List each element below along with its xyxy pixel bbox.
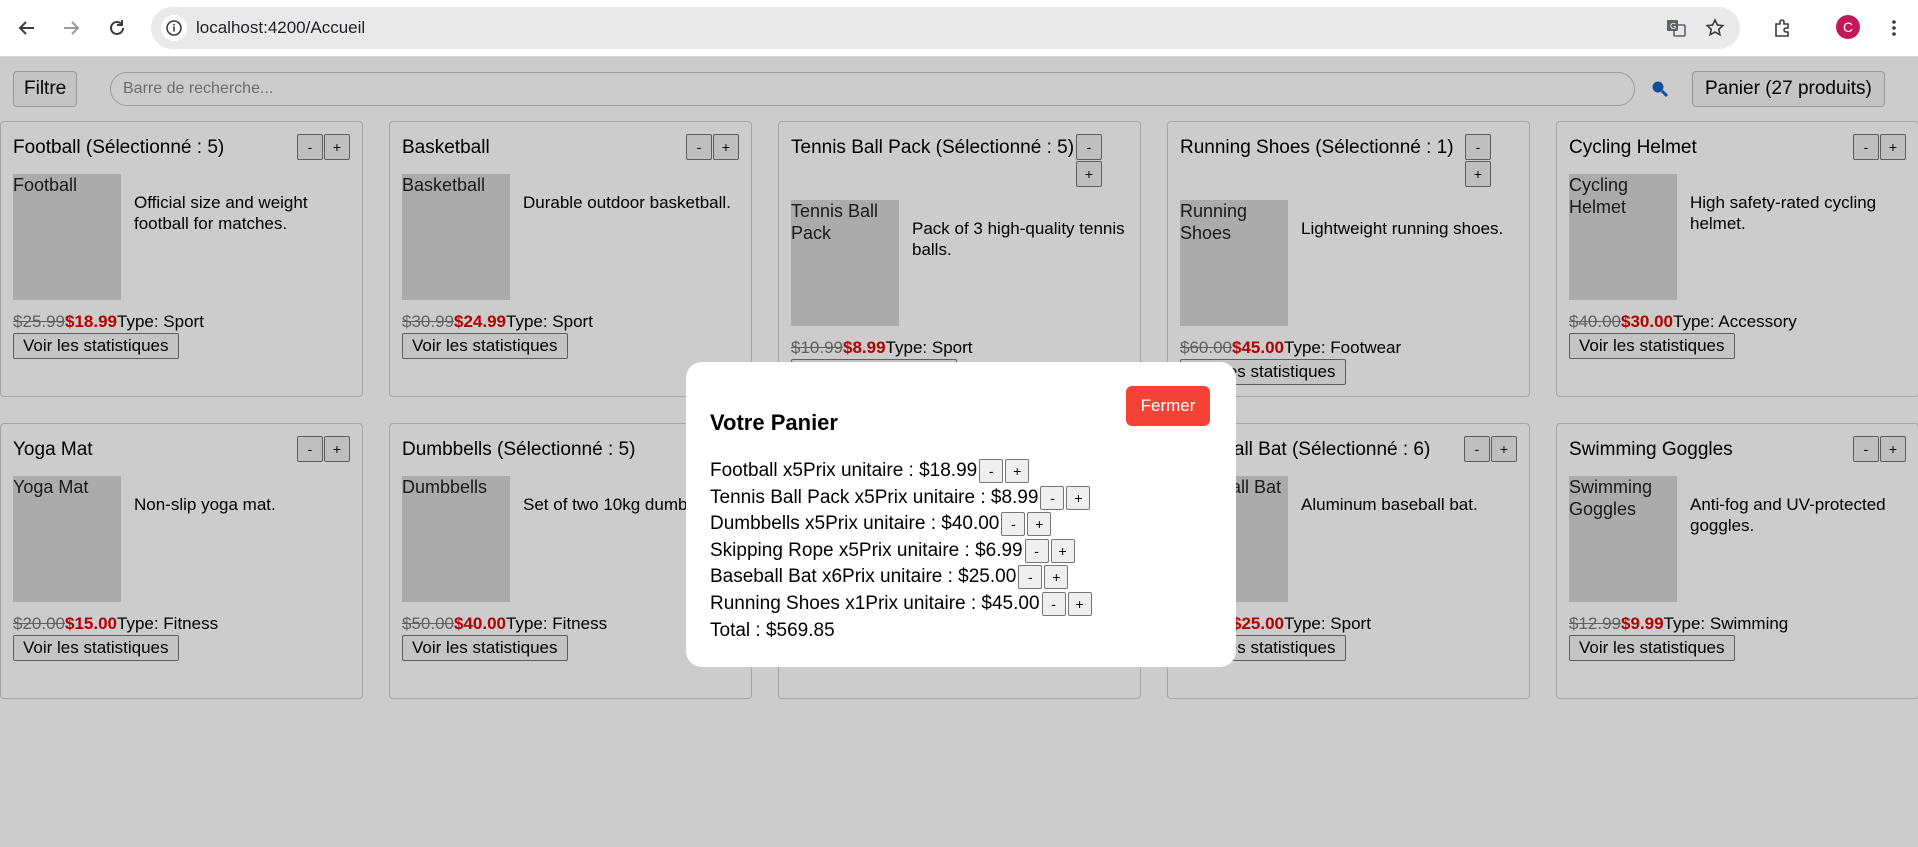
- cart-item-text: Football x5Prix unitaire : $18.99: [710, 460, 978, 481]
- cart-item: Football x5Prix unitaire : $18.99- +: [710, 458, 1092, 485]
- cart-increase-button[interactable]: +: [1027, 512, 1052, 537]
- cart-item: Baseball Bat x6Prix unitaire : $25.00- +: [710, 564, 1092, 591]
- cart-decrease-button[interactable]: -: [1018, 565, 1043, 590]
- forward-icon: [64, 21, 80, 35]
- cart-increase-button[interactable]: +: [1050, 538, 1075, 563]
- cart-increase-button[interactable]: +: [1044, 565, 1069, 590]
- more-vert-icon: [1892, 20, 1896, 36]
- cart-increase-button[interactable]: +: [1005, 459, 1030, 484]
- profile-avatar[interactable]: C: [1836, 15, 1860, 39]
- cart-decrease-button[interactable]: -: [1041, 591, 1066, 616]
- cart-modal: Votre Panier Fermer Football x5Prix unit…: [686, 362, 1236, 667]
- modal-backdrop[interactable]: Votre Panier Fermer Football x5Prix unit…: [0, 57, 1918, 847]
- back-button[interactable]: [11, 12, 43, 44]
- cart-decrease-button[interactable]: -: [979, 459, 1004, 484]
- address-bar[interactable]: localhost:4200/Accueil G: [151, 7, 1740, 49]
- cart-decrease-button[interactable]: -: [1001, 512, 1026, 537]
- translate-button[interactable]: G: [1663, 15, 1689, 41]
- cart-item: Tennis Ball Pack x5Prix unitaire : $8.99…: [710, 485, 1092, 512]
- cart-total: Total : $569.85: [710, 620, 835, 641]
- extensions-button[interactable]: [1766, 12, 1798, 44]
- cart-item-text: Tennis Ball Pack x5Prix unitaire : $8.99: [710, 486, 1039, 508]
- reload-icon: [110, 20, 124, 35]
- bookmark-star-icon: [1705, 18, 1725, 37]
- svg-text:G: G: [1670, 22, 1676, 31]
- cart-item: Running Shoes x1Prix unitaire : $45.00- +: [710, 591, 1092, 618]
- site-info-icon: [166, 20, 182, 36]
- cart-decrease-button[interactable]: -: [1040, 485, 1065, 510]
- site-info-button[interactable]: [161, 15, 187, 41]
- forward-button[interactable]: [55, 12, 87, 44]
- close-button[interactable]: Fermer: [1126, 386, 1210, 426]
- cart-list: Football x5Prix unitaire : $18.99- + Tenni…: [710, 458, 1092, 645]
- cart-item: Skipping Rope x5Prix unitaire : $6.99- +: [710, 538, 1092, 565]
- browser-menu-button[interactable]: [1878, 12, 1910, 44]
- back-icon: [18, 21, 34, 35]
- cart-item-text: Skipping Rope x5Prix unitaire : $6.99: [710, 539, 1023, 561]
- reload-button[interactable]: [101, 12, 133, 44]
- url-text: localhost:4200/Accueil: [196, 18, 366, 37]
- cart-increase-button[interactable]: +: [1067, 591, 1092, 616]
- cart-item-text: Running Shoes x1Prix unitaire : $45.00: [710, 592, 1040, 614]
- avatar-initial: C: [1842, 19, 1854, 35]
- browser-chrome: localhost:4200/Accueil G C: [0, 0, 1918, 57]
- translate-icon: G: [1667, 20, 1686, 37]
- cart-decrease-button[interactable]: -: [1024, 538, 1049, 563]
- modal-title: Votre Panier: [710, 410, 838, 435]
- cart-increase-button[interactable]: +: [1066, 485, 1091, 510]
- cart-item-text: Baseball Bat x6Prix unitaire : $25.00: [710, 566, 1017, 587]
- cart-item: Dumbbells x5Prix unitaire : $40.00- +: [710, 511, 1092, 538]
- bookmark-button[interactable]: [1702, 15, 1728, 41]
- cart-item-text: Dumbbells x5Prix unitaire : $40.00: [710, 513, 1000, 534]
- extensions-icon: [1775, 19, 1789, 37]
